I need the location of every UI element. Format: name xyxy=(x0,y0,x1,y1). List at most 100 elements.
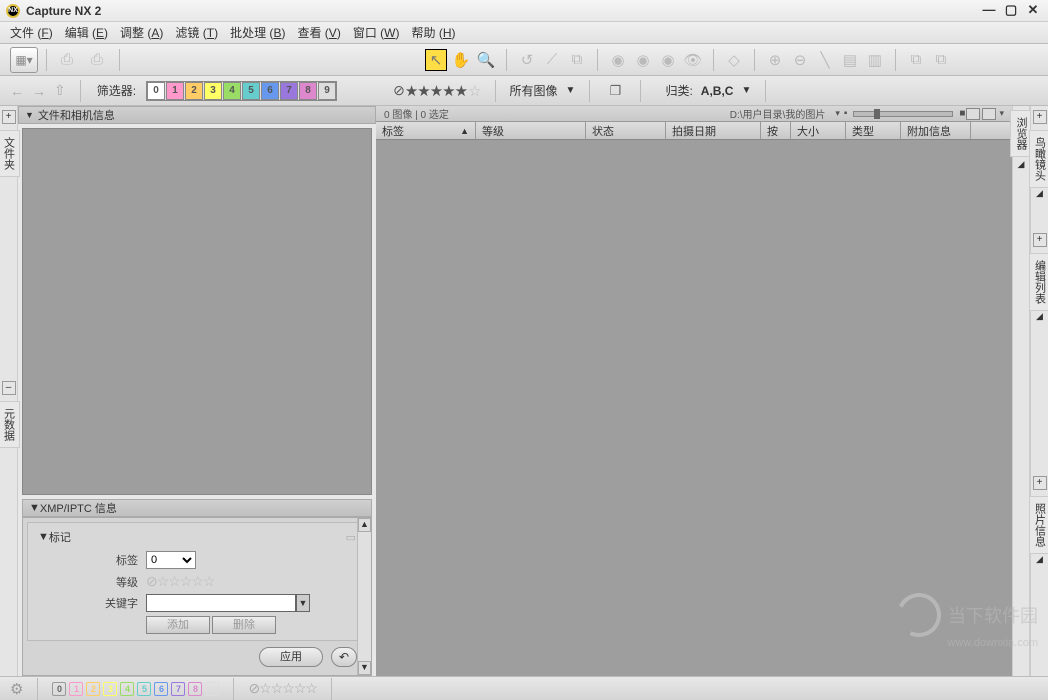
fill-icon[interactable]: ▥ xyxy=(864,49,886,71)
rail-expand-button[interactable]: + xyxy=(1033,110,1047,124)
col-header-3[interactable]: 拍摄日期 xyxy=(666,122,761,139)
tag-section-header[interactable]: ▼ 标记 ▭ xyxy=(38,529,356,545)
status-color-3[interactable]: 3 xyxy=(103,682,117,696)
filter-color-5[interactable]: 5 xyxy=(242,82,260,100)
open-button[interactable]: ⎙ xyxy=(53,47,81,73)
scroll-down-icon[interactable]: ▼ xyxy=(358,661,371,675)
add-keyword-button[interactable]: 添加 xyxy=(146,616,210,634)
rotate-ccw-icon[interactable]: ↺ xyxy=(516,49,538,71)
delete-keyword-button[interactable]: 删除 xyxy=(212,616,276,634)
brush-icon[interactable]: ╲ xyxy=(814,49,836,71)
filter-color-2[interactable]: 2 xyxy=(185,82,203,100)
status-color-0[interactable]: 0 xyxy=(52,682,66,696)
menu-t[interactable]: 滤镜 (T) xyxy=(175,24,218,41)
nav-up-icon[interactable]: ⇧ xyxy=(54,82,66,99)
view-dropdown-icon[interactable]: ▾ xyxy=(999,108,1004,119)
status-color-1[interactable]: 1 xyxy=(69,682,83,696)
all-images-dropdown-icon[interactable]: ▼ xyxy=(566,85,576,96)
compare-icon[interactable]: ❐ xyxy=(604,80,626,102)
hand-tool[interactable]: ✋ xyxy=(450,49,472,71)
workspace-button[interactable]: ▦▾ xyxy=(10,47,38,73)
filter-color-1[interactable]: 1 xyxy=(166,82,184,100)
minus-control-icon[interactable]: ⊖ xyxy=(789,49,811,71)
rail-tab-metadata[interactable]: 元数据 xyxy=(0,401,20,448)
rail-tab-editlist[interactable]: 编辑列表 xyxy=(1029,253,1048,311)
black-point-icon[interactable]: ◉ xyxy=(607,49,629,71)
select-plus-icon[interactable]: ⧉ xyxy=(905,49,927,71)
view-list-icon[interactable] xyxy=(982,108,996,120)
keywords-input[interactable] xyxy=(146,594,296,612)
col-header-1[interactable]: 等级 xyxy=(476,122,586,139)
plus-control-icon[interactable]: ⊕ xyxy=(764,49,786,71)
filter-color-9[interactable]: 9 xyxy=(318,82,336,100)
thumb-size-slider[interactable] xyxy=(853,111,953,117)
nav-back-icon[interactable]: ← xyxy=(10,83,24,99)
lasso-icon[interactable]: ◇ xyxy=(723,49,745,71)
menu-b[interactable]: 批处理 (B) xyxy=(230,24,285,41)
sort-value[interactable]: A,B,C xyxy=(701,84,734,98)
col-header-4[interactable]: 按 xyxy=(761,122,791,139)
apply-button[interactable]: 应用 xyxy=(259,647,323,667)
col-header-7[interactable]: 附加信息 xyxy=(901,122,971,139)
rail-collapse-icon[interactable]: ◢ xyxy=(1036,554,1043,565)
status-color-6[interactable]: 6 xyxy=(154,682,168,696)
rail-collapse-icon[interactable]: ◢ xyxy=(1036,188,1043,199)
nav-fwd-icon[interactable]: → xyxy=(32,83,46,99)
col-header-2[interactable]: 状态 xyxy=(586,122,666,139)
xmp-scrollbar[interactable]: ▲ ▼ xyxy=(357,518,371,675)
maximize-button[interactable]: ▢ xyxy=(1002,4,1020,18)
status-rating[interactable]: ⊘☆☆☆☆☆ xyxy=(248,680,316,697)
white-point-icon[interactable]: ◉ xyxy=(657,49,679,71)
settings-gear-icon[interactable]: ⚙ xyxy=(10,680,23,698)
panel-header-xmp[interactable]: ▼ XMP/IPTC 信息 xyxy=(22,499,372,517)
all-images-label[interactable]: 所有图像 xyxy=(510,82,558,99)
status-color-9[interactable]: 9 xyxy=(205,682,219,696)
close-button[interactable]: ✕ xyxy=(1024,4,1042,18)
status-color-8[interactable]: 8 xyxy=(188,682,202,696)
menu-e[interactable]: 编辑 (E) xyxy=(65,24,108,41)
rail-expand-button[interactable]: + xyxy=(2,110,16,124)
menu-h[interactable]: 帮助 (H) xyxy=(411,24,455,41)
menu-f[interactable]: 文件 (F) xyxy=(10,24,53,41)
menu-a[interactable]: 调整 (A) xyxy=(120,24,163,41)
gray-point-icon[interactable]: ◉ xyxy=(632,49,654,71)
menu-v[interactable]: 查看 (V) xyxy=(297,24,340,41)
rail-tab-birdview[interactable]: 鸟瞰镜头 xyxy=(1029,130,1048,188)
select-minus-icon[interactable]: ⧉ xyxy=(930,49,952,71)
filter-color-4[interactable]: 4 xyxy=(223,82,241,100)
col-header-5[interactable]: 大小 xyxy=(791,122,846,139)
crop-icon[interactable]: ⧉ xyxy=(566,49,588,71)
sort-dropdown-icon[interactable]: ▼ xyxy=(741,85,751,96)
status-color-2[interactable]: 2 xyxy=(86,682,100,696)
rating-input[interactable]: ⊘☆☆☆☆☆ xyxy=(146,573,214,590)
col-header-6[interactable]: 类型 xyxy=(846,122,901,139)
straighten-icon[interactable]: ⟋ xyxy=(541,49,563,71)
filter-rating[interactable]: ⊘★★★★★☆ xyxy=(393,82,480,100)
panel-header-fileinfo[interactable]: ▼ 文件和相机信息 xyxy=(18,106,376,124)
path-dropdown-icon[interactable]: ▾ xyxy=(835,108,840,119)
status-color-7[interactable]: 7 xyxy=(171,682,185,696)
rail-expand-button-2[interactable]: – xyxy=(2,381,16,395)
menu-w[interactable]: 窗口 (W) xyxy=(353,24,400,41)
scroll-up-icon[interactable]: ▲ xyxy=(358,518,371,532)
status-color-5[interactable]: 5 xyxy=(137,682,151,696)
status-color-4[interactable]: 4 xyxy=(120,682,134,696)
rail-tab-folders[interactable]: 文件夹 xyxy=(0,130,20,177)
arrow-tool[interactable]: ↖ xyxy=(425,49,447,71)
tag-select[interactable]: 0 xyxy=(146,551,196,569)
filter-color-0[interactable]: 0 xyxy=(147,82,165,100)
minimize-button[interactable]: — xyxy=(980,4,998,18)
undo-button[interactable]: ↶ xyxy=(331,647,357,667)
filter-color-6[interactable]: 6 xyxy=(261,82,279,100)
zoom-tool[interactable]: 🔍 xyxy=(475,49,497,71)
filter-color-3[interactable]: 3 xyxy=(204,82,222,100)
keywords-dropdown-icon[interactable]: ▼ xyxy=(296,594,310,612)
filter-color-8[interactable]: 8 xyxy=(299,82,317,100)
redeye-icon[interactable]: 👁 xyxy=(682,49,704,71)
gradient-icon[interactable]: ▤ xyxy=(839,49,861,71)
rail-expand-button[interactable]: + xyxy=(1033,476,1047,490)
rail-expand-button[interactable]: + xyxy=(1033,233,1047,247)
rail-collapse-icon[interactable]: ◢ xyxy=(1036,311,1043,322)
view-grid-icon[interactable] xyxy=(966,108,980,120)
col-header-0[interactable]: 标签 ▲ xyxy=(376,122,476,139)
